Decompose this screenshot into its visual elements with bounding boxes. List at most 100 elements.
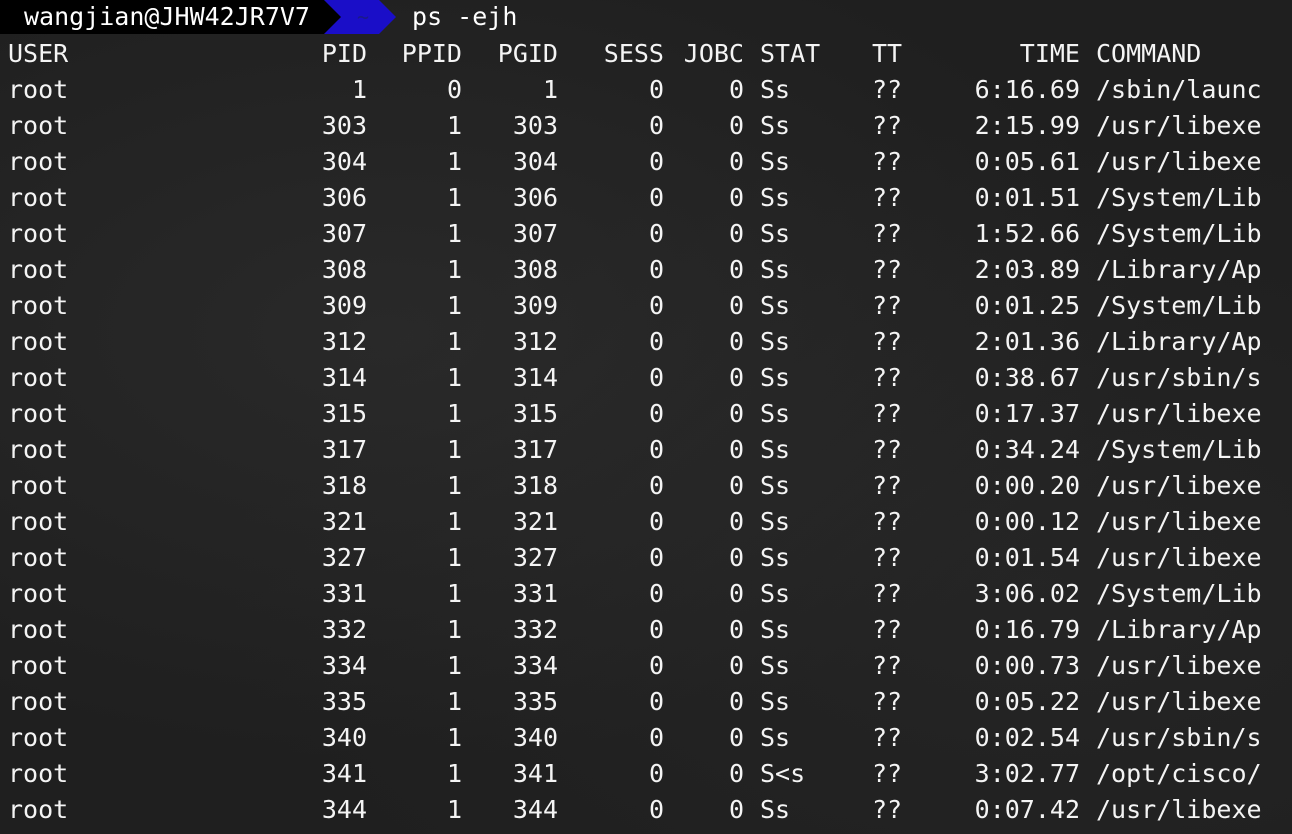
cell-pid: 341 bbox=[321, 759, 367, 788]
cell-pgid: 341 bbox=[512, 759, 558, 788]
table-row: root 307 1 307 0 0 Ss?? 1:52.66/System/Lib bbox=[8, 216, 1292, 252]
header-ppid: PPID bbox=[401, 39, 462, 68]
cell-user: root bbox=[8, 363, 69, 392]
cell-pgid: 327 bbox=[512, 543, 558, 572]
cell-tt: ?? bbox=[872, 291, 903, 320]
cell-ppid: 1 bbox=[446, 219, 462, 248]
cell-pid: 344 bbox=[321, 795, 367, 824]
cell-time: 0:00.12 bbox=[974, 507, 1080, 536]
cell-ppid: 1 bbox=[446, 471, 462, 500]
cell-command: /opt/cisco/ bbox=[1096, 759, 1262, 788]
cell-jobc: 0 bbox=[728, 111, 744, 140]
cell-stat: Ss bbox=[760, 507, 791, 536]
cell-user: root bbox=[8, 471, 69, 500]
cell-sess: 0 bbox=[648, 183, 664, 212]
cell-command: /usr/libexe bbox=[1096, 651, 1262, 680]
cell-pgid: 318 bbox=[512, 471, 558, 500]
cell-user: root bbox=[8, 651, 69, 680]
cell-user: root bbox=[8, 399, 69, 428]
cell-pgid: 307 bbox=[512, 219, 558, 248]
cell-sess: 0 bbox=[648, 75, 664, 104]
cell-command: /System/Lib bbox=[1096, 219, 1262, 248]
cell-tt: ?? bbox=[872, 759, 903, 788]
cell-time: 0:34.24 bbox=[974, 435, 1080, 464]
cell-ppid: 1 bbox=[446, 327, 462, 356]
cell-command: /sbin/launc bbox=[1096, 75, 1262, 104]
cell-pgid: 331 bbox=[512, 579, 558, 608]
cell-pid: 307 bbox=[321, 219, 367, 248]
cell-stat: Ss bbox=[760, 651, 791, 680]
cell-pgid: 344 bbox=[512, 795, 558, 824]
table-row: root 309 1 309 0 0 Ss?? 0:01.25/System/Lib bbox=[8, 288, 1292, 324]
cell-ppid: 1 bbox=[446, 183, 462, 212]
cell-user: root bbox=[8, 147, 69, 176]
cell-user: root bbox=[8, 435, 69, 464]
cell-ppid: 1 bbox=[446, 579, 462, 608]
cell-sess: 0 bbox=[648, 723, 664, 752]
table-row: root 312 1 312 0 0 Ss?? 2:01.36/Library/Ap bbox=[8, 324, 1292, 360]
cell-time: 2:03.89 bbox=[974, 255, 1080, 284]
cell-pgid: 308 bbox=[512, 255, 558, 284]
cell-stat: Ss bbox=[760, 471, 791, 500]
cell-stat: Ss bbox=[760, 435, 791, 464]
cell-tt: ?? bbox=[872, 435, 903, 464]
cell-user: root bbox=[8, 759, 69, 788]
table-row: root 344 1 344 0 0 Ss?? 0:07.42/usr/libexe bbox=[8, 792, 1292, 828]
header-jobc: JOBC bbox=[683, 39, 744, 68]
cell-jobc: 0 bbox=[728, 579, 744, 608]
cell-tt: ?? bbox=[872, 579, 903, 608]
table-row: root 335 1 335 0 0 Ss?? 0:05.22/usr/libexe bbox=[8, 684, 1292, 720]
process-table: USER PID PPID PGID SESS JOBC STAT TT TIM… bbox=[8, 36, 1292, 828]
header-stat: STAT bbox=[760, 39, 821, 68]
cell-stat: Ss bbox=[760, 615, 791, 644]
cell-user: root bbox=[8, 615, 69, 644]
cell-ppid: 1 bbox=[446, 543, 462, 572]
table-row: root 321 1 321 0 0 Ss?? 0:00.12/usr/libexe bbox=[8, 504, 1292, 540]
table-row: root 314 1 314 0 0 Ss?? 0:38.67/usr/sbin/s bbox=[8, 360, 1292, 396]
cell-sess: 0 bbox=[648, 543, 664, 572]
cell-command: /System/Lib bbox=[1096, 435, 1262, 464]
table-row: root 315 1 315 0 0 Ss?? 0:17.37/usr/libexe bbox=[8, 396, 1292, 432]
cell-stat: Ss bbox=[760, 111, 791, 140]
cell-ppid: 1 bbox=[446, 795, 462, 824]
cell-ppid: 1 bbox=[446, 687, 462, 716]
cell-tt: ?? bbox=[872, 471, 903, 500]
cell-sess: 0 bbox=[648, 795, 664, 824]
cell-command: /usr/libexe bbox=[1096, 795, 1262, 824]
cell-jobc: 0 bbox=[728, 399, 744, 428]
cell-jobc: 0 bbox=[728, 219, 744, 248]
cell-tt: ?? bbox=[872, 651, 903, 680]
table-row: root 317 1 317 0 0 Ss?? 0:34.24/System/Lib bbox=[8, 432, 1292, 468]
cell-sess: 0 bbox=[648, 435, 664, 464]
cell-jobc: 0 bbox=[728, 255, 744, 284]
cell-pgid: 1 bbox=[542, 75, 558, 104]
cell-time: 0:01.51 bbox=[974, 183, 1080, 212]
cell-ppid: 1 bbox=[446, 651, 462, 680]
cell-jobc: 0 bbox=[728, 543, 744, 572]
cell-pgid: 303 bbox=[512, 111, 558, 140]
cell-jobc: 0 bbox=[728, 759, 744, 788]
table-row: root 304 1 304 0 0 Ss?? 0:05.61/usr/libexe bbox=[8, 144, 1292, 180]
cell-command: /usr/libexe bbox=[1096, 687, 1262, 716]
cell-pid: 306 bbox=[321, 183, 367, 212]
cell-stat: Ss bbox=[760, 399, 791, 428]
process-rows: root 1 0 1 0 0 Ss?? 6:16.69/sbin/launc root 303 1 3… bbox=[8, 72, 1292, 828]
cell-stat: Ss bbox=[760, 687, 791, 716]
cell-sess: 0 bbox=[648, 579, 664, 608]
terminal-window[interactable]: wangjian@JHW42JR7V7 ~ ps -ejh USER PID P… bbox=[0, 0, 1292, 834]
cell-command: /usr/libexe bbox=[1096, 399, 1262, 428]
cell-pid: 314 bbox=[321, 363, 367, 392]
table-row: root 332 1 332 0 0 Ss?? 0:16.79/Library/Ap bbox=[8, 612, 1292, 648]
cell-pid: 327 bbox=[321, 543, 367, 572]
cell-sess: 0 bbox=[648, 363, 664, 392]
table-row: root 303 1 303 0 0 Ss?? 2:15.99/usr/libexe bbox=[8, 108, 1292, 144]
cell-pid: 304 bbox=[321, 147, 367, 176]
table-row: root 334 1 334 0 0 Ss?? 0:00.73/usr/libexe bbox=[8, 648, 1292, 684]
header-command: COMMAND bbox=[1096, 39, 1202, 68]
cell-stat: Ss bbox=[760, 183, 791, 212]
cell-time: 0:01.54 bbox=[974, 543, 1080, 572]
shell-prompt: wangjian@JHW42JR7V7 ~ ps -ejh bbox=[0, 0, 517, 34]
cell-command: /usr/sbin/s bbox=[1096, 363, 1262, 392]
table-row: root 340 1 340 0 0 Ss?? 0:02.54/usr/sbin/s bbox=[8, 720, 1292, 756]
table-row: root 308 1 308 0 0 Ss?? 2:03.89/Library/Ap bbox=[8, 252, 1292, 288]
